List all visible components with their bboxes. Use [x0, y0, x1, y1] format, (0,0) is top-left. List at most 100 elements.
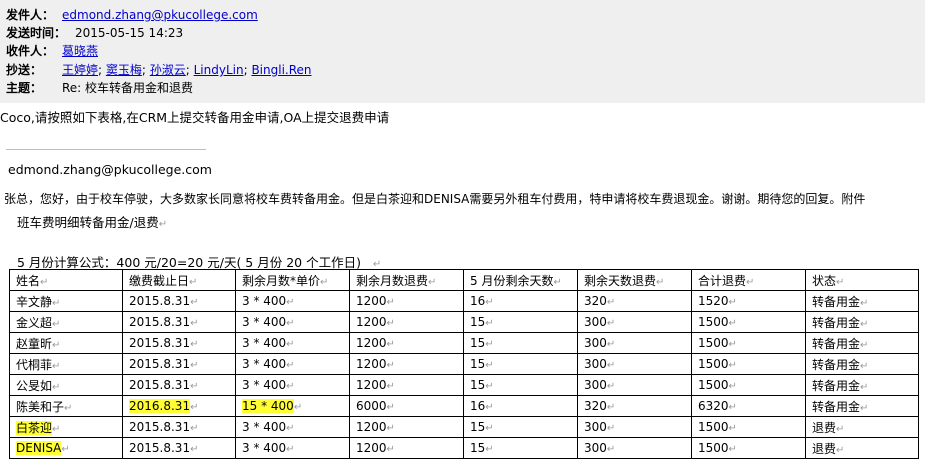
cell-end-mark-icon: ↵	[485, 339, 494, 350]
table-cell: 1500↵	[691, 416, 806, 438]
cc-recipient-link[interactable]: 孙淑云	[150, 63, 186, 77]
cell-text: 2015.8.31	[129, 420, 191, 434]
cell-end-mark-icon: ↵	[836, 276, 845, 288]
cell-end-mark-icon: ↵	[286, 297, 295, 308]
cell-text: 赵童昕	[16, 336, 53, 351]
cell-end-mark-icon: ↵	[485, 381, 494, 392]
cell-text: 2015.8.31	[129, 336, 191, 350]
table-cell: 剩余月数*单价↵	[235, 269, 350, 291]
table-cell: 16↵	[463, 395, 578, 417]
cell-end-mark-icon: ↵	[190, 381, 199, 392]
cell-end-mark-icon: ↵	[746, 276, 755, 288]
table-row: 赵童昕↵ 2015.8.31↵ 3 * 400↵ 1200↵ 15↵ 300↵ 1500↵ 转…	[9, 332, 919, 354]
table-cell: 2016.8.31↵	[122, 395, 236, 417]
cell-text: 6320	[698, 399, 729, 413]
cell-text: 16	[470, 294, 486, 308]
cc-row: 抄送： 王婷婷; 窦玉梅; 孙淑云; LindyLin; Bingli.Ren	[6, 63, 312, 77]
table-cell: 赵童昕↵	[9, 332, 123, 354]
table-cell: 辛文静↵	[9, 290, 123, 312]
subject-label: 主题：	[6, 81, 43, 95]
table-cell: 转备用金↵	[805, 395, 919, 417]
cell-end-mark-icon: ↵	[386, 423, 395, 434]
cell-text: 3 * 400	[242, 441, 287, 455]
sent-row: 发送时间： 2015-05-15 14:23	[6, 24, 183, 42]
cell-text: 300	[584, 315, 607, 329]
formula-text: 5 月份计算公式：400 元/20=20 元/天( 5 月份 20 个工作日)	[17, 255, 361, 270]
cell-end-mark-icon: ↵	[52, 318, 61, 330]
to-recipient-link[interactable]: 葛晓燕	[62, 44, 98, 58]
cell-text: 1200	[356, 441, 387, 455]
table-cell: 1200↵	[349, 416, 464, 438]
cell-text: 1500	[698, 315, 729, 329]
cell-end-mark-icon: ↵	[485, 423, 494, 434]
table-row: 白茶迎↵ 2015.8.31↵ 3 * 400↵ 1200↵ 15↵ 300↵ 1500↵ 退…	[9, 416, 919, 438]
cell-text: 2015.8.31	[129, 294, 191, 308]
cell-text: 300	[584, 378, 607, 392]
cell-end-mark-icon: ↵	[728, 402, 737, 413]
cell-end-mark-icon: ↵	[728, 339, 737, 350]
cell-text: 1200	[356, 336, 387, 350]
cell-end-mark-icon: ↵	[52, 297, 61, 309]
cell-text: 剩余天数退费	[584, 273, 657, 288]
from-label: 发件人：	[6, 8, 55, 22]
sent-label: 发送时间：	[6, 26, 67, 40]
cell-text: 1500	[698, 441, 729, 455]
table-cell: 金义超↵	[9, 311, 123, 333]
to-row: 收件人： 葛晓燕	[6, 42, 98, 60]
table-cell: 退费↵	[805, 437, 919, 459]
cell-end-mark-icon: ↵	[860, 339, 869, 351]
cell-text: 转备用金	[812, 378, 861, 393]
cell-text: DENISA	[16, 441, 62, 455]
cell-text: 15 * 400	[242, 399, 294, 413]
table-header-row: 姓名↵ 缴费截止日↵ 剩余月数*单价↵ 剩余月数退费↵ 5 月份剩余天数↵ 剩余天数退费↵…	[9, 269, 919, 291]
table-cell: 白茶迎↵	[9, 416, 123, 438]
cell-end-mark-icon: ↵	[386, 444, 395, 455]
table-row: 代桐菲↵ 2015.8.31↵ 3 * 400↵ 1200↵ 15↵ 300↵ 1500↵ 转…	[9, 353, 919, 375]
cell-text: 2015.8.31	[129, 441, 191, 455]
cell-text: 3 * 400	[242, 294, 287, 308]
cell-text: 1200	[356, 378, 387, 392]
table-cell: 300↵	[577, 311, 692, 333]
cell-text: 15	[470, 357, 486, 371]
cell-text: 1500	[698, 420, 729, 434]
cell-text: 陈美和子	[16, 399, 65, 414]
fee-table: 姓名↵ 缴费截止日↵ 剩余月数*单价↵ 剩余月数退费↵ 5 月份剩余天数↵ 剩余天数退费↵…	[9, 269, 919, 459]
table-cell: 代桐菲↵	[9, 353, 123, 375]
table-cell: 16↵	[463, 290, 578, 312]
cc-recipient-link[interactable]: 窦玉梅	[106, 63, 142, 77]
cell-end-mark-icon: ↵	[386, 318, 395, 329]
cc-recipient-link[interactable]: LindyLin	[194, 63, 244, 77]
cell-end-mark-icon: ↵	[860, 297, 869, 309]
table-cell: 320↵	[577, 395, 692, 417]
cell-end-mark-icon: ↵	[286, 423, 295, 434]
cell-end-mark-icon: ↵	[485, 318, 494, 329]
cell-text: 3 * 400	[242, 357, 287, 371]
table-cell: 1200↵	[349, 353, 464, 375]
cc-recipient-link[interactable]: Bingli.Ren	[251, 63, 311, 77]
table-cell: 剩余天数退费↵	[577, 269, 692, 291]
cell-end-mark-icon: ↵	[52, 339, 61, 351]
table-cell: 公旻如↵	[9, 374, 123, 396]
cell-end-mark-icon: ↵	[189, 276, 198, 288]
cell-text: 状态	[812, 273, 837, 288]
cell-end-mark-icon: ↵	[386, 339, 395, 350]
table-cell: 1200↵	[349, 437, 464, 459]
cell-end-mark-icon: ↵	[860, 402, 869, 414]
from-address-link[interactable]: edmond.zhang@pkucollege.com	[62, 8, 258, 22]
cell-text: 1200	[356, 315, 387, 329]
table-cell: 3 * 400↵	[235, 416, 350, 438]
cell-end-mark-icon: ↵	[190, 402, 199, 413]
table-cell: 2015.8.31↵	[122, 353, 236, 375]
cell-text: 15	[470, 336, 486, 350]
to-label: 收件人：	[6, 44, 55, 58]
table-cell: 缴费截止日↵	[122, 269, 236, 291]
cc-recipient-link[interactable]: 王婷婷	[62, 63, 98, 77]
cell-text: 代桐菲	[16, 357, 53, 372]
cell-text: 320	[584, 294, 607, 308]
table-cell: 6000↵	[349, 395, 464, 417]
table-title: 班车费明细转备用金/退费↵	[17, 212, 167, 231]
cell-end-mark-icon: ↵	[386, 402, 395, 413]
table-cell: 姓名↵	[9, 269, 123, 291]
cell-end-mark-icon: ↵	[190, 423, 199, 434]
cell-text: 合计退费	[698, 273, 747, 288]
